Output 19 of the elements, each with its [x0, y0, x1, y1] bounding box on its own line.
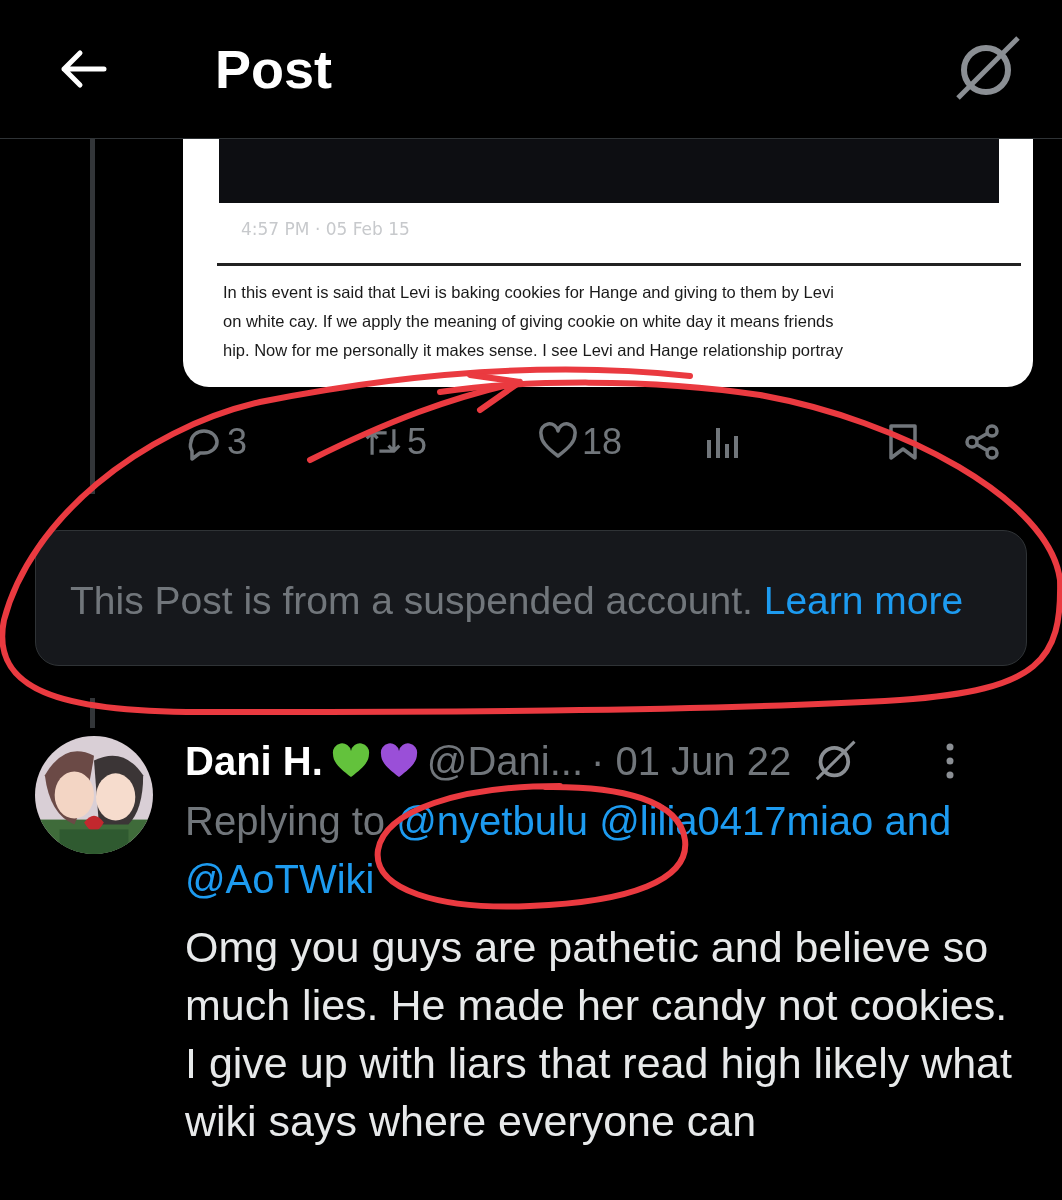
page-title: Post [215, 38, 334, 100]
document-text-line: on white cay. If we apply the meaning of giving cookie on white day it means friends [223, 311, 835, 332]
mention-link[interactable]: @nyetbulu [396, 799, 589, 843]
author-handle: @Dani... [426, 738, 583, 784]
like-button[interactable]: 18 [538, 421, 703, 463]
reply-button[interactable]: 3 [183, 421, 363, 463]
repost-button[interactable]: 5 [363, 421, 538, 463]
author-name[interactable]: Dani H. [185, 738, 323, 784]
document-text-line: In this event is said that Levi is baking cookies for Hange and giving to them by Levi [223, 282, 835, 303]
post-date: · 01 Jun 22 [591, 738, 792, 784]
mention-link[interactable]: @AoTWiki [185, 857, 375, 901]
attached-image[interactable] [183, 139, 1033, 387]
slashed-circle-icon[interactable] [813, 739, 858, 783]
document-text-line: hip. Now for me personally it makes sense. I see Levi and Hange relationship portray [223, 340, 844, 361]
learn-more-link[interactable]: Learn more [763, 579, 964, 622]
more-icon[interactable] [945, 741, 956, 781]
notice-text: This Post is from a suspended account. Learn more [70, 578, 965, 624]
reply-text: Omg you guys are pathetic and believe so much lies. He made her candy not cookies. I give up with liars that read high likely what wiki says where everyone can [185, 922, 1013, 1147]
timestamp: 4:57 PM · 05 Feb 15 [240, 218, 411, 241]
